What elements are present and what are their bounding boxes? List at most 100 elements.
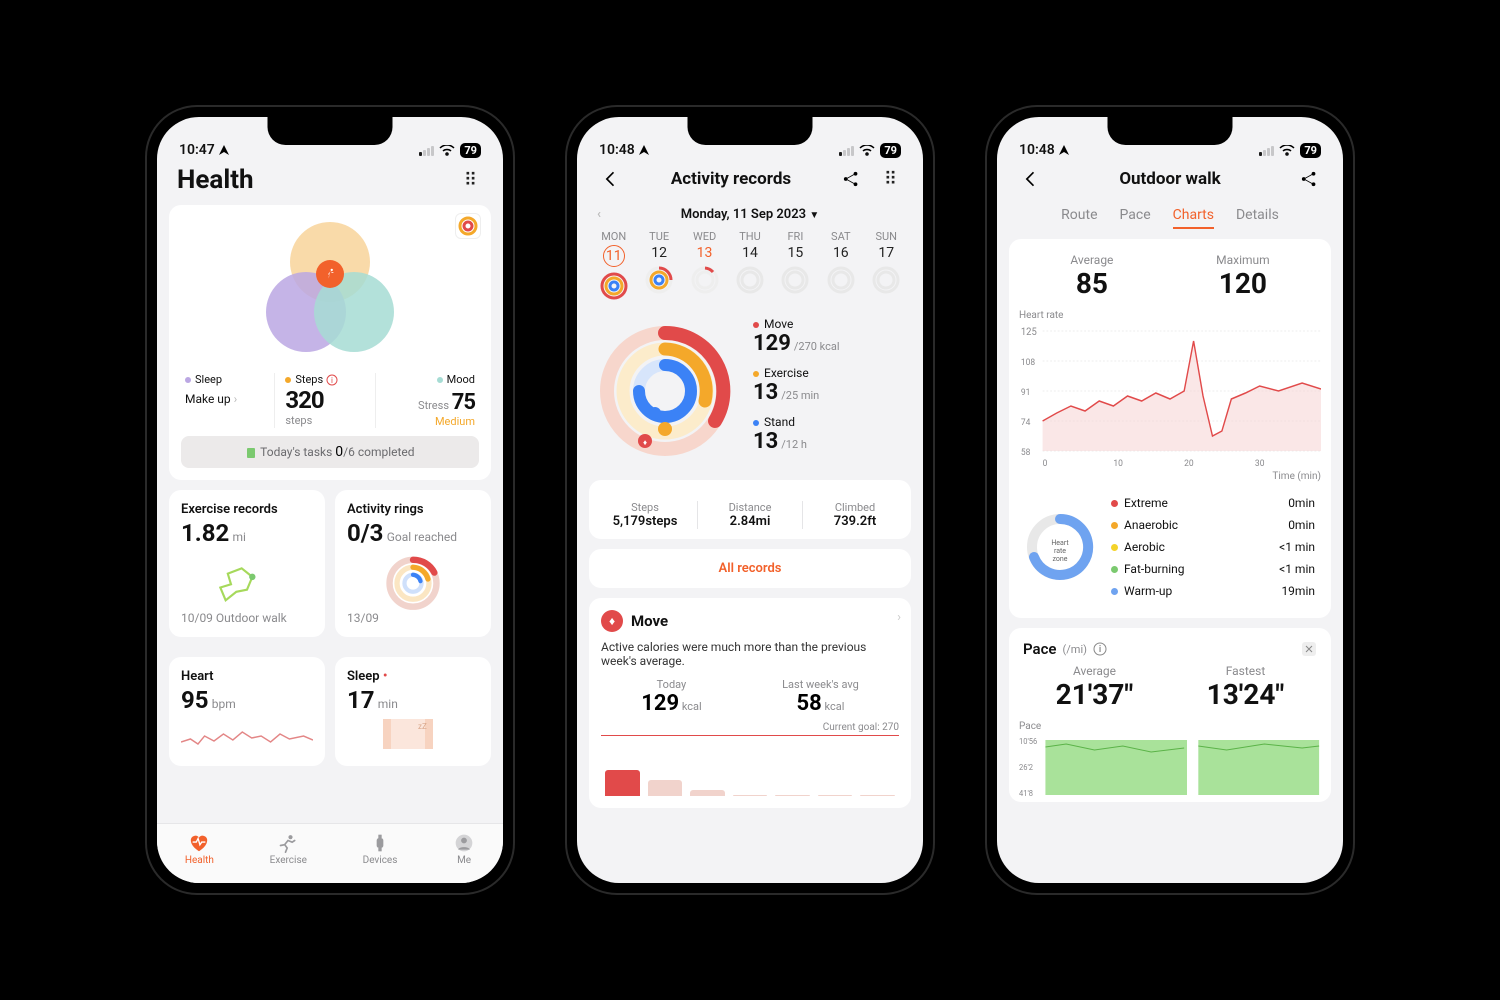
back-button[interactable] bbox=[597, 165, 625, 193]
notch bbox=[1108, 117, 1233, 145]
svg-text:10: 10 bbox=[1113, 459, 1123, 469]
wifi-icon bbox=[1279, 145, 1295, 157]
svg-text:0: 0 bbox=[1043, 459, 1048, 469]
tab-charts[interactable]: Charts bbox=[1173, 207, 1214, 229]
home-indicator[interactable] bbox=[690, 885, 810, 889]
svg-text:30: 30 bbox=[1255, 459, 1265, 469]
mini-ring-icon bbox=[871, 265, 901, 295]
legend-mood[interactable]: Mood Stress 75 Medium bbox=[375, 373, 475, 428]
tab-health[interactable]: Health bbox=[185, 833, 214, 866]
svg-text:Heart: Heart bbox=[1051, 539, 1069, 547]
screen: 10:48 79 Activity records ‹ Monday, 11 S… bbox=[577, 117, 923, 883]
stat-move[interactable]: Move 129 /270 kcal bbox=[753, 317, 905, 356]
day-fri[interactable]: FRI15 bbox=[773, 230, 818, 301]
day-thu[interactable]: THU14 bbox=[727, 230, 772, 301]
chevron-right-icon: › bbox=[897, 610, 901, 625]
sleep-illustration-icon: zZ bbox=[347, 714, 479, 754]
wifi-icon bbox=[439, 145, 455, 157]
home-indicator[interactable] bbox=[1110, 885, 1230, 889]
svg-text:i: i bbox=[1099, 645, 1101, 655]
tab-exercise[interactable]: Exercise bbox=[270, 833, 307, 866]
move-last-week: Last week's avg58 kcal bbox=[782, 678, 859, 716]
stat-exercise[interactable]: Exercise 13 /25 min bbox=[753, 366, 905, 405]
status-time: 10:47 bbox=[179, 142, 215, 158]
page-title: Activity records bbox=[635, 169, 827, 189]
prev-date-icon[interactable]: ‹ bbox=[597, 207, 601, 222]
date-selector[interactable]: ‹ Monday, 11 Sep 2023 ▼ bbox=[589, 203, 911, 230]
location-icon bbox=[638, 144, 650, 156]
screen: 10:47 79 Health bbox=[157, 117, 503, 883]
zone-warm-up: Warm-up19min bbox=[1111, 580, 1315, 602]
fire-icon: ♦ bbox=[601, 610, 623, 632]
all-records-button[interactable]: All records bbox=[589, 549, 911, 588]
health-clover bbox=[181, 217, 479, 367]
wifi-icon bbox=[859, 145, 875, 157]
svg-text:20: 20 bbox=[1184, 459, 1194, 469]
tasks-banner[interactable]: Today's tasks 0/6 completed bbox=[181, 436, 479, 468]
svg-text:10'56: 10'56 bbox=[1019, 737, 1037, 746]
svg-text:26'2: 26'2 bbox=[1019, 763, 1034, 772]
runner-icon bbox=[277, 833, 299, 853]
svg-text:zZ: zZ bbox=[418, 722, 427, 731]
hr-x-axis-label: Time (min) bbox=[1019, 471, 1321, 482]
page-title: Outdoor walk bbox=[1055, 169, 1285, 189]
phone-activity: 10:48 79 Activity records ‹ Monday, 11 S… bbox=[565, 105, 935, 895]
run-icon bbox=[316, 260, 344, 288]
sleep-title: Sleep • bbox=[347, 669, 479, 684]
metric-steps: Steps5,179steps bbox=[593, 501, 697, 529]
mini-ring-icon bbox=[826, 265, 856, 295]
segment-tabs: Route Pace Charts Details bbox=[1009, 203, 1331, 239]
exercise-records-card[interactable]: Exercise records 1.82 mi 10/09 Outdoor w… bbox=[169, 490, 325, 637]
back-button[interactable] bbox=[1017, 165, 1045, 193]
share-icon[interactable] bbox=[1295, 165, 1323, 193]
metric-climbed: Climbed739.2ft bbox=[802, 501, 907, 529]
day-sat[interactable]: SAT16 bbox=[818, 230, 863, 301]
move-bar-chart bbox=[601, 736, 899, 796]
phone-health: 10:47 79 Health bbox=[145, 105, 515, 895]
activity-rings-card[interactable]: Activity rings 0/3 Goal reached 13/09 bbox=[335, 490, 491, 637]
signal-icon bbox=[839, 146, 854, 156]
summary-card[interactable]: Sleep Make up › Steps i 320 steps Mood S… bbox=[169, 205, 491, 480]
zone-extreme: Extreme0min bbox=[1111, 492, 1315, 514]
tab-route[interactable]: Route bbox=[1061, 207, 1097, 229]
zone-anaerobic: Anaerobic0min bbox=[1111, 514, 1315, 536]
svg-text:91: 91 bbox=[1021, 388, 1031, 398]
tab-devices[interactable]: Devices bbox=[363, 833, 398, 866]
route-track-icon bbox=[181, 547, 313, 611]
expand-icon[interactable] bbox=[1301, 641, 1317, 657]
pace-chart: 10'56 26'2 41'8 bbox=[1019, 732, 1321, 802]
svg-text:zone: zone bbox=[1053, 555, 1068, 563]
day-sun[interactable]: SUN17 bbox=[864, 230, 909, 301]
location-icon bbox=[1058, 144, 1070, 156]
day-wed[interactable]: WED13 bbox=[682, 230, 727, 301]
info-icon[interactable]: i bbox=[1093, 642, 1107, 656]
rings-icon bbox=[347, 547, 479, 611]
more-icon[interactable] bbox=[875, 165, 903, 193]
pace-title: Pace bbox=[1023, 640, 1057, 658]
metrics-card[interactable]: Steps5,179steps Distance2.84mi Climbed73… bbox=[589, 480, 911, 539]
heart-card[interactable]: Heart 95 bpm bbox=[169, 657, 325, 766]
pace-fastest: Fastest13'24" bbox=[1207, 664, 1285, 711]
legend-sleep[interactable]: Sleep Make up › bbox=[185, 373, 274, 428]
share-icon[interactable] bbox=[837, 165, 865, 193]
heart-sparkline bbox=[181, 714, 313, 754]
stat-stand[interactable]: Stand 13 /12 h bbox=[753, 415, 905, 454]
heart-rate-card[interactable]: Average85 Maximum120 Heart rate 125 108 … bbox=[1009, 239, 1331, 618]
legend-steps[interactable]: Steps i 320 steps bbox=[274, 373, 374, 428]
header: Health bbox=[169, 161, 491, 205]
tab-bar: Health Exercise Devices Me bbox=[157, 823, 503, 883]
day-mon[interactable]: MON11 bbox=[591, 230, 636, 301]
heart-icon bbox=[188, 833, 210, 853]
tab-me[interactable]: Me bbox=[453, 833, 475, 866]
home-indicator[interactable] bbox=[270, 885, 390, 889]
rearrange-icon[interactable] bbox=[455, 166, 483, 194]
tab-pace[interactable]: Pace bbox=[1120, 207, 1151, 229]
tab-details[interactable]: Details bbox=[1236, 207, 1279, 229]
signal-icon bbox=[1259, 146, 1274, 156]
pace-average: Average21'37" bbox=[1056, 664, 1134, 711]
day-tue[interactable]: TUE12 bbox=[636, 230, 681, 301]
sleep-card[interactable]: Sleep • 17 min zZ bbox=[335, 657, 491, 766]
header: Activity records bbox=[589, 161, 911, 203]
pace-card[interactable]: Pace (/mi) i Average21'37" Fastest13'24"… bbox=[1009, 628, 1331, 802]
move-card[interactable]: › ♦Move Active calories were much more t… bbox=[589, 598, 911, 808]
